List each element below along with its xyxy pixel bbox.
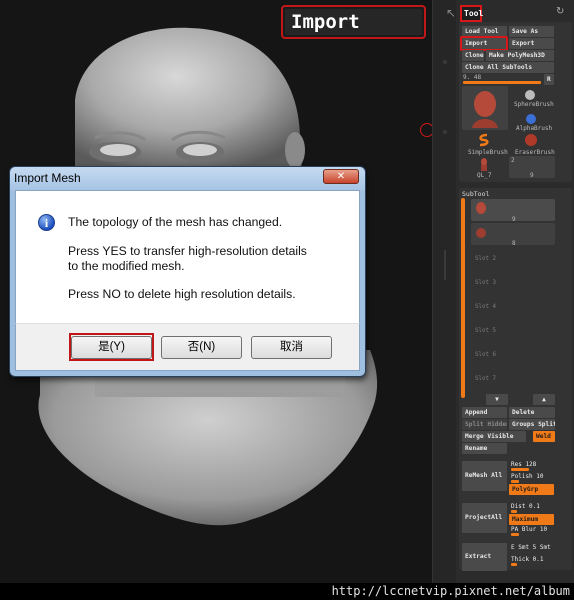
import-callout-label: Import xyxy=(285,9,422,35)
split-hidden-button[interactable]: Split Hidden xyxy=(462,419,507,430)
subtool-item-2-count: 8 xyxy=(512,240,516,247)
count-2-label: 2 xyxy=(511,157,515,164)
figure-icon xyxy=(481,158,487,171)
ql7-tool-icon[interactable] xyxy=(477,156,491,171)
ql7-label: QL_7 xyxy=(477,172,492,179)
e-smt-label: E Smt 5 Smt xyxy=(511,544,551,551)
remesh-all-button[interactable]: ReMesh All xyxy=(462,461,507,491)
delete-button[interactable]: Delete xyxy=(509,407,555,418)
move-down-icon[interactable]: ▼ xyxy=(486,394,508,405)
subtool-slot[interactable]: Slot 5 xyxy=(475,328,496,334)
r-button[interactable]: R xyxy=(544,74,554,85)
sphere-icon xyxy=(525,90,535,100)
import-mesh-dialog: Import Mesh ✕ i The topology of the mesh… xyxy=(9,166,366,377)
polish-label: Polish 10 xyxy=(511,473,544,480)
subtool-item-1-count: 9 xyxy=(512,216,516,223)
res-label: Res 128 xyxy=(511,461,537,468)
url-bar: http://lccnetvip.pixnet.net/album xyxy=(0,583,574,600)
subtool-slot[interactable]: Slot 6 xyxy=(475,352,496,358)
polygrp-toggle[interactable]: PolyGrp xyxy=(509,484,554,495)
dialog-message-line: to the modified mesh. xyxy=(68,259,185,273)
url-text: http://lccnetvip.pixnet.net/album xyxy=(331,584,570,598)
extract-button[interactable]: Extract xyxy=(462,543,507,571)
maximum-toggle[interactable]: Maximum xyxy=(509,514,554,525)
polish-slider[interactable] xyxy=(511,480,519,483)
clone-button[interactable]: Clone xyxy=(462,50,484,61)
count-9-label: 9 xyxy=(530,172,534,179)
subtool-body-icon xyxy=(476,228,486,238)
move-up-icon[interactable]: ▲ xyxy=(533,394,555,405)
save-as-button[interactable]: Save As xyxy=(509,26,554,37)
alpha-brush-icon[interactable] xyxy=(525,110,537,124)
dialog-message-line: Press YES to transfer high-resolution de… xyxy=(68,244,307,258)
s-brush-icon xyxy=(479,133,489,147)
subtool-head-icon xyxy=(476,202,486,214)
clone-all-subtools-button[interactable]: Clone All SubTools xyxy=(462,62,554,73)
eraser-brush-label: EraserBrush xyxy=(515,149,555,156)
yes-button-highlight xyxy=(69,333,154,361)
subtool-slot[interactable]: Slot 2 xyxy=(475,256,496,262)
simple-brush-icon[interactable] xyxy=(477,132,491,147)
eraser-icon xyxy=(525,134,537,146)
current-tool-thumb[interactable] xyxy=(462,86,508,130)
import-highlight xyxy=(460,36,508,51)
dialog-message-line: Press NO to delete high resolution detai… xyxy=(68,287,296,301)
panel-separator[interactable] xyxy=(432,0,456,583)
thick-label: Thick 0.1 xyxy=(511,556,544,563)
dist-label: Dist 0.1 xyxy=(511,503,540,510)
back-arrow-icon[interactable]: ↖ xyxy=(446,6,456,20)
size-value: 9. 48 xyxy=(463,74,482,81)
subtool-title: SubTool xyxy=(462,190,490,198)
append-button[interactable]: Append xyxy=(462,407,507,418)
separator-dot xyxy=(443,60,447,64)
no-button[interactable]: 否(N) xyxy=(161,336,242,359)
groups-split-button[interactable]: Groups Split xyxy=(509,419,555,430)
thick-slider[interactable] xyxy=(511,563,517,566)
dialog-titlebar[interactable]: Import Mesh ✕ xyxy=(10,167,365,191)
refresh-icon[interactable]: ↻ xyxy=(556,6,564,17)
separator-handle[interactable] xyxy=(444,250,446,280)
dialog-title: Import Mesh xyxy=(14,171,81,185)
subtool-slot[interactable]: Slot 3 xyxy=(475,280,496,286)
brush-cursor xyxy=(420,123,432,137)
sphere-brush-label: SphereBrush xyxy=(514,101,554,108)
size-slider[interactable] xyxy=(463,81,541,84)
export-button[interactable]: Export xyxy=(509,38,554,49)
close-icon[interactable]: ✕ xyxy=(323,169,359,184)
make-polymesh-button[interactable]: Make PolyMesh3D xyxy=(486,50,554,61)
rename-button[interactable]: Rename xyxy=(462,443,507,454)
weld-toggle[interactable]: Weld xyxy=(533,431,555,442)
info-icon: i xyxy=(38,214,55,231)
eraser-brush-icon[interactable] xyxy=(524,132,538,146)
subtool-scrollbar[interactable] xyxy=(461,198,465,398)
simple-brush-label: SimpleBrush xyxy=(468,149,508,156)
import-callout: Import xyxy=(281,5,426,39)
pa-blur-label: PA Blur 10 xyxy=(511,526,548,533)
subtool-slot[interactable]: Slot 7 xyxy=(475,376,496,382)
pa-blur-slider[interactable] xyxy=(511,533,519,536)
project-all-button[interactable]: ProjectAll xyxy=(462,503,507,533)
res-slider[interactable] xyxy=(511,468,529,471)
tab-tool[interactable]: Tool xyxy=(460,5,483,22)
head-thumb-icon xyxy=(472,91,498,128)
merge-visible-button[interactable]: Merge Visible xyxy=(462,431,526,442)
dist-slider[interactable] xyxy=(511,510,517,513)
alpha-icon xyxy=(526,114,536,124)
cancel-button[interactable]: 取消 xyxy=(251,336,332,359)
dialog-message-line: The topology of the mesh has changed. xyxy=(68,215,283,229)
sphere-brush-icon[interactable] xyxy=(523,86,537,100)
alpha-brush-label: AlphaBrush xyxy=(516,125,553,132)
subtool-slot[interactable]: Slot 4 xyxy=(475,304,496,310)
separator-dot xyxy=(443,130,447,134)
